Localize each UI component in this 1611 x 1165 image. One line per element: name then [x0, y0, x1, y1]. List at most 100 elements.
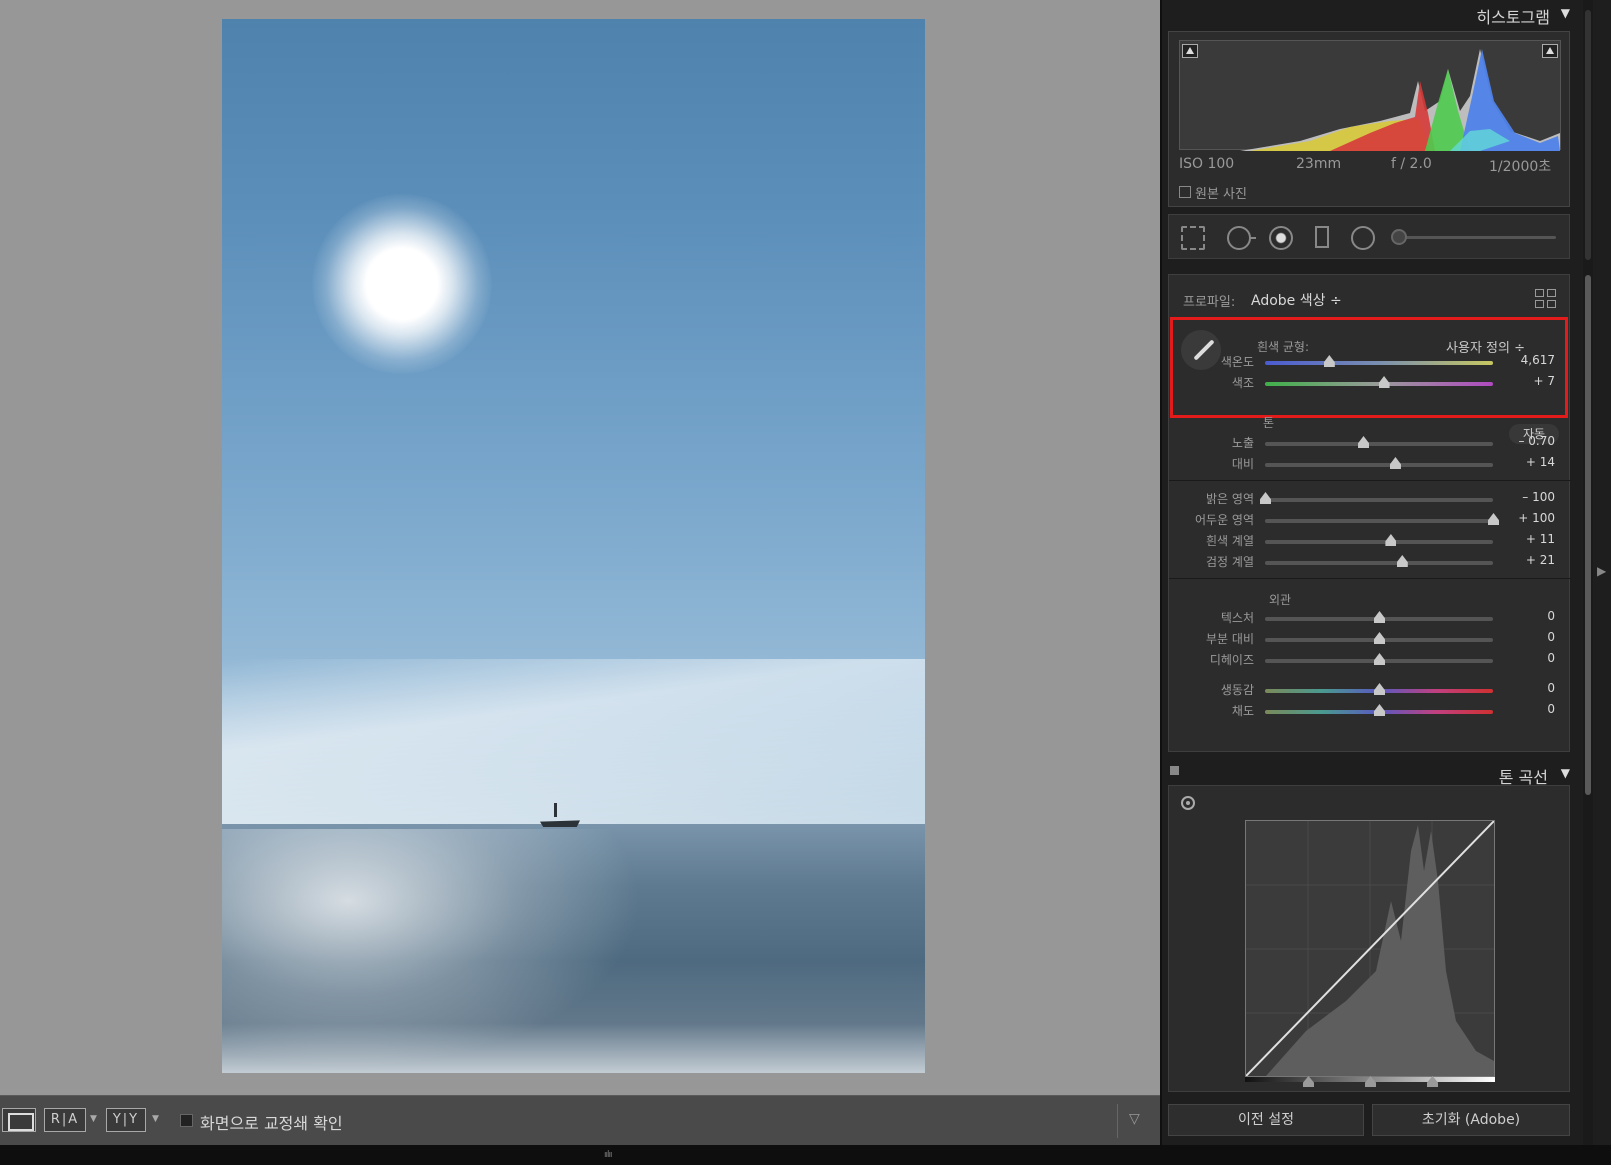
- original-photo-label: 원본 사진: [1195, 187, 1247, 202]
- soft-proof-label: 화면으로 교정쇄 확인: [200, 1114, 343, 1133]
- toolbar-expand-icon[interactable]: ▽: [1129, 1111, 1140, 1127]
- highlight-clipping-button[interactable]: [1542, 44, 1558, 58]
- slider-label: 디헤이즈: [1209, 653, 1254, 667]
- slider-label: 부분 대비: [1206, 632, 1254, 646]
- red-eye-icon[interactable]: [1269, 226, 1293, 250]
- slider-track[interactable]: [1265, 632, 1493, 644]
- slider-handle[interactable]: [1374, 611, 1385, 623]
- image-canvas[interactable]: [0, 0, 1160, 1095]
- slider-track[interactable]: [1265, 457, 1493, 469]
- tone-curve-panel: [1168, 785, 1570, 1092]
- histogram-title: 히스토그램: [1476, 8, 1550, 27]
- presence-section-label: 외관: [1269, 593, 1292, 607]
- slider-handle[interactable]: [1260, 492, 1271, 504]
- swap-dropdown-icon[interactable]: ▼: [152, 1114, 159, 1124]
- spot-removal-icon[interactable]: [1227, 226, 1256, 250]
- panel-edge-arrow-icon[interactable]: ▶: [1597, 564, 1606, 578]
- reset-button[interactable]: 초기화 (Adobe): [1372, 1104, 1570, 1136]
- slider-handle[interactable]: [1374, 653, 1385, 665]
- scrollbar-thumb[interactable]: [1585, 275, 1591, 795]
- slider-value[interactable]: + 14: [1485, 455, 1555, 469]
- collapse-triangle-icon[interactable]: ▼: [1561, 766, 1570, 780]
- right-panel: 히스토그램 ▼ ISO 100 23mm f / 2.0 1/2000초 원본 …: [1160, 0, 1611, 1145]
- photo-preview[interactable]: [222, 19, 925, 1073]
- slider-label: 색온도: [1220, 355, 1254, 369]
- photo-sun: [312, 194, 492, 374]
- slider-handle[interactable]: [1374, 704, 1385, 716]
- slider-value[interactable]: 4,617: [1485, 353, 1555, 367]
- slider-value[interactable]: 0: [1485, 609, 1555, 623]
- slider-handle[interactable]: [1396, 555, 1408, 567]
- before-after-button[interactable]: R|A: [44, 1108, 86, 1132]
- slider-value[interactable]: + 11: [1485, 532, 1555, 546]
- slider-value[interactable]: 0: [1485, 702, 1555, 716]
- slider-value[interactable]: + 100: [1485, 511, 1555, 525]
- slider-value[interactable]: 0: [1485, 630, 1555, 644]
- slider-label: 검정 계열: [1206, 555, 1254, 569]
- before-after-dropdown-icon[interactable]: ▼: [90, 1114, 97, 1124]
- divider: [1169, 578, 1571, 579]
- slider-value[interactable]: + 7: [1485, 374, 1555, 388]
- slider-track[interactable]: [1265, 704, 1493, 716]
- basic-panel: 프로파일: Adobe 색상 ÷ 흰색 균형: 사용자 정의 ÷ 톤 자동 외관…: [1168, 274, 1571, 752]
- collapse-triangle-icon[interactable]: ▼: [1561, 6, 1570, 20]
- shadow-clipping-button[interactable]: [1182, 44, 1198, 58]
- exif-aperture: f / 2.0: [1391, 156, 1432, 172]
- slider-handle[interactable]: [1374, 683, 1385, 695]
- slider-track[interactable]: [1265, 555, 1493, 567]
- photo-boat-mast: [554, 803, 557, 817]
- slider-handle[interactable]: [1358, 436, 1370, 448]
- panel-toggle-icon[interactable]: [1170, 766, 1179, 775]
- histogram-plot[interactable]: [1179, 40, 1561, 151]
- slider-track[interactable]: [1265, 376, 1493, 388]
- slider-label: 어두운 영역: [1194, 513, 1254, 527]
- slider-track[interactable]: [1265, 436, 1493, 448]
- soft-proof-checkbox[interactable]: [180, 1114, 193, 1127]
- slider-value[interactable]: – 100: [1485, 490, 1555, 504]
- before-after-swap-button[interactable]: Y|Y: [106, 1108, 146, 1132]
- radial-filter-icon[interactable]: [1351, 226, 1375, 250]
- slider-track[interactable]: [1265, 513, 1499, 525]
- slider-label: 노출: [1231, 436, 1254, 450]
- adjustment-brush-icon[interactable]: [1391, 229, 1407, 245]
- scrollbar-thumb-top[interactable]: [1585, 10, 1591, 260]
- photo-sparkle: [222, 829, 642, 1069]
- profile-select[interactable]: Adobe 색상 ÷: [1251, 290, 1342, 310]
- slider-label: 대비: [1231, 457, 1254, 471]
- divider: [1169, 480, 1571, 481]
- slider-value[interactable]: 0: [1485, 681, 1555, 695]
- photo-clouds: [222, 659, 925, 829]
- original-photo-checkbox[interactable]: [1179, 186, 1191, 198]
- slider-track[interactable]: [1265, 355, 1493, 367]
- slider-value[interactable]: + 21: [1485, 553, 1555, 567]
- slider-handle[interactable]: [1374, 632, 1385, 644]
- slider-label: 생동감: [1220, 683, 1254, 697]
- slider-value[interactable]: – 0.70: [1485, 434, 1555, 448]
- tool-strip: [1168, 214, 1570, 259]
- exif-iso: ISO 100: [1179, 156, 1235, 172]
- tone-curve-plot[interactable]: [1245, 820, 1495, 1077]
- tone-section-label: 톤: [1263, 416, 1275, 430]
- slider-label: 채도: [1231, 704, 1254, 718]
- graduated-filter-icon[interactable]: [1315, 226, 1329, 248]
- brush-slider-track[interactable]: [1401, 236, 1556, 239]
- filmstrip-strip: [0, 1145, 1611, 1165]
- crop-tool-icon[interactable]: [1181, 226, 1205, 250]
- slider-track[interactable]: [1265, 683, 1493, 695]
- slider-value[interactable]: 0: [1485, 651, 1555, 665]
- previous-settings-button[interactable]: 이전 설정: [1168, 1104, 1364, 1136]
- slider-track[interactable]: [1265, 611, 1493, 623]
- profile-browser-icon[interactable]: [1535, 289, 1557, 309]
- slider-handle[interactable]: [1385, 534, 1397, 546]
- slider-track[interactable]: [1265, 653, 1493, 665]
- exif-shutter: 1/2000초: [1489, 159, 1552, 175]
- slider-track[interactable]: [1265, 534, 1493, 546]
- profile-label: 프로파일:: [1183, 295, 1236, 310]
- filmstrip-grip-icon[interactable]: ıılıı: [604, 1150, 622, 1160]
- bottom-toolbar: R|A ▼ Y|Y ▼ 화면으로 교정쇄 확인 ▽: [0, 1095, 1160, 1145]
- histogram-header[interactable]: 히스토그램 ▼: [1162, 0, 1572, 30]
- slider-handle[interactable]: [1389, 457, 1401, 469]
- loupe-view-button[interactable]: [2, 1108, 36, 1132]
- targeted-adjustment-icon[interactable]: [1181, 796, 1195, 810]
- slider-track[interactable]: [1260, 492, 1493, 504]
